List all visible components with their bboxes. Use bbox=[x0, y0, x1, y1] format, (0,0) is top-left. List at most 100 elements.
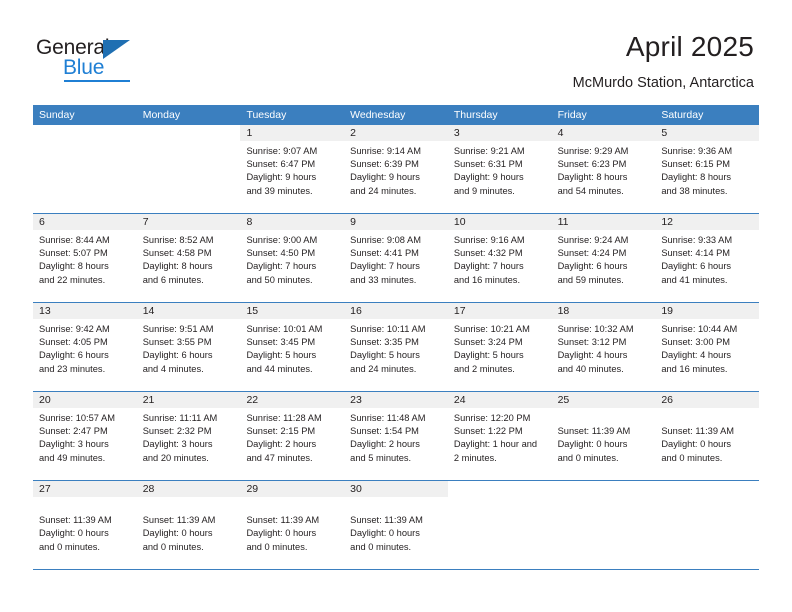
day-detail-text: Sunrise: 9:33 AM Sunset: 4:14 PM Daylight:… bbox=[655, 230, 759, 287]
day-detail-text: Sunset: 11:39 AM Daylight: 0 hours and 0 m… bbox=[552, 408, 656, 465]
detail-line: Sunset: 2:47 PM bbox=[39, 426, 108, 437]
calendar-day-cell[interactable]: 15 Sunrise: 10:01 AM Sunset: 3:45 PM Daylig… bbox=[240, 303, 345, 391]
day-number: 23 bbox=[344, 392, 448, 408]
detail-line-spacer bbox=[39, 501, 131, 514]
detail-line: and 54 minutes. bbox=[557, 185, 624, 196]
calendar-day-cell[interactable]: 2 Sunrise: 9:14 AM Sunset: 6:39 PM Daylight… bbox=[344, 125, 448, 213]
calendar-day-cell[interactable]: 20 Sunrise: 10:57 AM Sunset: 2:47 PM Daylig… bbox=[33, 392, 137, 480]
calendar-day-cell[interactable]: 8 Sunrise: 9:00 AM Sunset: 4:50 PM Daylight… bbox=[240, 214, 345, 302]
calendar-day-cell[interactable]: 3 Sunrise: 9:21 AM Sunset: 6:31 PM Daylight… bbox=[447, 125, 552, 213]
calendar-day-cell[interactable]: 12 Sunrise: 9:33 AM Sunset: 4:14 PM Dayligh… bbox=[655, 214, 760, 302]
detail-line: Sunrise: 9:51 AM bbox=[142, 324, 214, 334]
detail-line: Sunset: 2:32 PM bbox=[142, 426, 212, 437]
detail-line: Daylight: 6 hours bbox=[661, 261, 732, 272]
calendar-day-cell[interactable]: 9 Sunrise: 9:08 AM Sunset: 4:41 PM Daylight… bbox=[344, 214, 448, 302]
calendar-day-cell[interactable]: 22 Sunrise: 11:28 AM Sunset: 2:15 PM Daylig… bbox=[240, 392, 345, 480]
detail-line: Sunrise: 11:48 AM bbox=[350, 413, 426, 423]
day-detail-text: Sunrise: 9:16 AM Sunset: 4:32 PM Daylight:… bbox=[448, 230, 552, 287]
day-number: 2 bbox=[344, 125, 448, 141]
day-detail-text: Sunset: 11:39 AM Daylight: 0 hours and 0 m… bbox=[137, 497, 241, 554]
day-detail-text: Sunrise: 10:01 AM Sunset: 3:45 PM Daylight… bbox=[240, 319, 344, 376]
detail-line: Daylight: 8 hours bbox=[142, 261, 213, 272]
calendar-day-cell[interactable]: 25 Sunset: 11:39 AM Daylight: 0 hours and 0… bbox=[551, 392, 656, 480]
detail-line: Daylight: 8 hours bbox=[39, 261, 109, 272]
detail-line: and 24 minutes. bbox=[350, 185, 417, 196]
logo-text-blue: Blue bbox=[63, 56, 105, 79]
detail-line: Sunrise: 9:08 AM bbox=[350, 235, 421, 245]
day-number: 3 bbox=[447, 125, 552, 141]
detail-line: and 50 minutes. bbox=[246, 274, 313, 285]
calendar-day-cell[interactable]: 30 Sunset: 11:39 AM Daylight: 0 hours and 0… bbox=[344, 481, 448, 569]
detail-line: Sunset: 1:54 PM bbox=[350, 426, 419, 437]
calendar-day-cell[interactable]: 16 Sunrise: 10:11 AM Sunset: 3:35 PM Daylig… bbox=[344, 303, 448, 391]
calendar-day-cell[interactable]: 26 Sunset: 11:39 AM Daylight: 0 hours and 0… bbox=[655, 392, 760, 480]
calendar-day-cell[interactable]: 11 Sunrise: 9:24 AM Sunset: 4:24 PM Dayligh… bbox=[551, 214, 656, 302]
calendar-day-cell[interactable]: 4 Sunrise: 9:29 AM Sunset: 6:23 PM Daylight… bbox=[551, 125, 656, 213]
calendar-day-cell[interactable]: 27 Sunset: 11:39 AM Daylight: 0 hours and 0… bbox=[33, 481, 137, 569]
calendar-day-cell[interactable]: 6 Sunrise: 8:44 AM Sunset: 5:07 PM Daylight… bbox=[33, 214, 137, 302]
day-detail-text: Sunrise: 10:32 AM Sunset: 3:12 PM Daylight… bbox=[552, 319, 656, 376]
calendar-day-cell[interactable]: 1 Sunrise: 9:07 AM Sunset: 6:47 PM Daylight… bbox=[240, 125, 345, 213]
detail-line: Sunrise: 10:57 AM bbox=[39, 413, 115, 423]
calendar-day-cell[interactable]: 28 Sunset: 11:39 AM Daylight: 0 hours and 0… bbox=[136, 481, 241, 569]
detail-line: Sunset: 4:05 PM bbox=[39, 337, 108, 348]
calendar-day-cell[interactable]: 18 Sunrise: 10:32 AM Sunset: 3:12 PM Daylig… bbox=[551, 303, 656, 391]
detail-line: Daylight: 0 hours bbox=[142, 528, 213, 539]
detail-line: Sunrise: 8:44 AM bbox=[39, 235, 110, 245]
detail-line: Daylight: 1 hour and bbox=[453, 439, 538, 450]
detail-line: Sunset: 11:39 AM bbox=[661, 426, 735, 437]
calendar-week-row: 13 Sunrise: 9:42 AM Sunset: 4:05 PM Dayligh… bbox=[33, 303, 760, 392]
generalblue-logo[interactable]: General Blue bbox=[36, 36, 146, 82]
day-number: 30 bbox=[344, 481, 448, 497]
detail-line: Sunrise: 11:11 AM bbox=[142, 413, 218, 423]
detail-line: Daylight: 5 hours bbox=[453, 350, 524, 361]
calendar-day-cell[interactable]: 5 Sunrise: 9:36 AM Sunset: 6:15 PM Daylight… bbox=[655, 125, 760, 213]
calendar-week-row: 6 Sunrise: 8:44 AM Sunset: 5:07 PM Daylight… bbox=[33, 214, 760, 303]
calendar-day-cell[interactable]: 10 Sunrise: 9:16 AM Sunset: 4:32 PM Dayligh… bbox=[447, 214, 552, 302]
day-detail-text: Sunrise: 10:11 AM Sunset: 3:35 PM Daylight… bbox=[344, 319, 448, 376]
detail-line: and 2 minutes. bbox=[453, 363, 515, 374]
calendar-day-cell[interactable]: 17 Sunrise: 10:21 AM Sunset: 3:24 PM Daylig… bbox=[447, 303, 552, 391]
day-detail-text: Sunrise: 9:42 AM Sunset: 4:05 PM Daylight:… bbox=[33, 319, 137, 376]
detail-line: Daylight: 6 hours bbox=[142, 350, 213, 361]
detail-line: Daylight: 2 hours bbox=[350, 439, 420, 450]
detail-line: Sunrise: 9:29 AM bbox=[557, 146, 629, 156]
detail-line-spacer bbox=[143, 501, 235, 514]
calendar-day-cell[interactable]: 19 Sunrise: 10:44 AM Sunset: 3:00 PM Daylig… bbox=[655, 303, 760, 391]
detail-line: Daylight: 6 hours bbox=[39, 350, 109, 361]
day-number: 29 bbox=[240, 481, 345, 497]
detail-line: and 47 minutes. bbox=[246, 452, 313, 463]
day-number bbox=[552, 481, 656, 497]
weekday-header-monday: Monday bbox=[142, 109, 181, 121]
detail-line: Daylight: 3 hours bbox=[142, 439, 213, 450]
day-number: 15 bbox=[240, 303, 345, 319]
day-number: 24 bbox=[447, 392, 552, 408]
detail-line: Sunrise: 9:33 AM bbox=[661, 235, 733, 245]
calendar-day-cell[interactable]: 29 Sunset: 11:39 AM Daylight: 0 hours and 0… bbox=[240, 481, 345, 569]
weeks-container: 1 Sunrise: 9:07 AM Sunset: 6:47 PM Daylight… bbox=[33, 125, 760, 570]
detail-line: Daylight: 9 hours bbox=[350, 172, 420, 183]
day-number: 27 bbox=[33, 481, 137, 497]
calendar-day-cell[interactable]: 7 Sunrise: 8:52 AM Sunset: 4:58 PM Daylight… bbox=[136, 214, 241, 302]
detail-line-spacer bbox=[350, 501, 442, 514]
detail-line: Daylight: 0 hours bbox=[661, 439, 732, 450]
calendar-day-cell[interactable]: 23 Sunrise: 11:48 AM Sunset: 1:54 PM Daylig… bbox=[344, 392, 448, 480]
calendar-day-cell[interactable]: 21 Sunrise: 11:11 AM Sunset: 2:32 PM Daylig… bbox=[136, 392, 241, 480]
calendar-day-cell[interactable]: 14 Sunrise: 9:51 AM Sunset: 3:55 PM Dayligh… bbox=[136, 303, 241, 391]
page-subtitle: McMurdo Station, Antarctica bbox=[572, 75, 754, 91]
calendar-day-cell[interactable]: 13 Sunrise: 9:42 AM Sunset: 4:05 PM Dayligh… bbox=[33, 303, 137, 391]
detail-line: Daylight: 6 hours bbox=[557, 261, 628, 272]
detail-line: Sunrise: 10:11 AM bbox=[350, 324, 426, 334]
detail-line: Daylight: 8 hours bbox=[557, 172, 628, 183]
detail-line: Sunset: 3:45 PM bbox=[246, 337, 316, 348]
detail-line: Sunrise: 9:14 AM bbox=[350, 146, 421, 156]
detail-line: and 39 minutes. bbox=[246, 185, 313, 196]
day-detail-text: Sunrise: 9:51 AM Sunset: 3:55 PM Daylight:… bbox=[137, 319, 241, 376]
detail-line: Daylight: 7 hours bbox=[350, 261, 420, 272]
detail-line: and 40 minutes. bbox=[557, 363, 624, 374]
detail-line: Sunset: 4:14 PM bbox=[661, 248, 731, 259]
day-detail-text: Sunrise: 8:52 AM Sunset: 4:58 PM Daylight:… bbox=[137, 230, 241, 287]
page-header: General Blue April 2025 McMurdo Station,… bbox=[0, 0, 792, 104]
detail-line: Sunrise: 9:07 AM bbox=[246, 146, 318, 156]
calendar-day-cell[interactable]: 24 Sunrise: 12:20 PM Sunset: 1:22 PM Daylig… bbox=[447, 392, 552, 480]
